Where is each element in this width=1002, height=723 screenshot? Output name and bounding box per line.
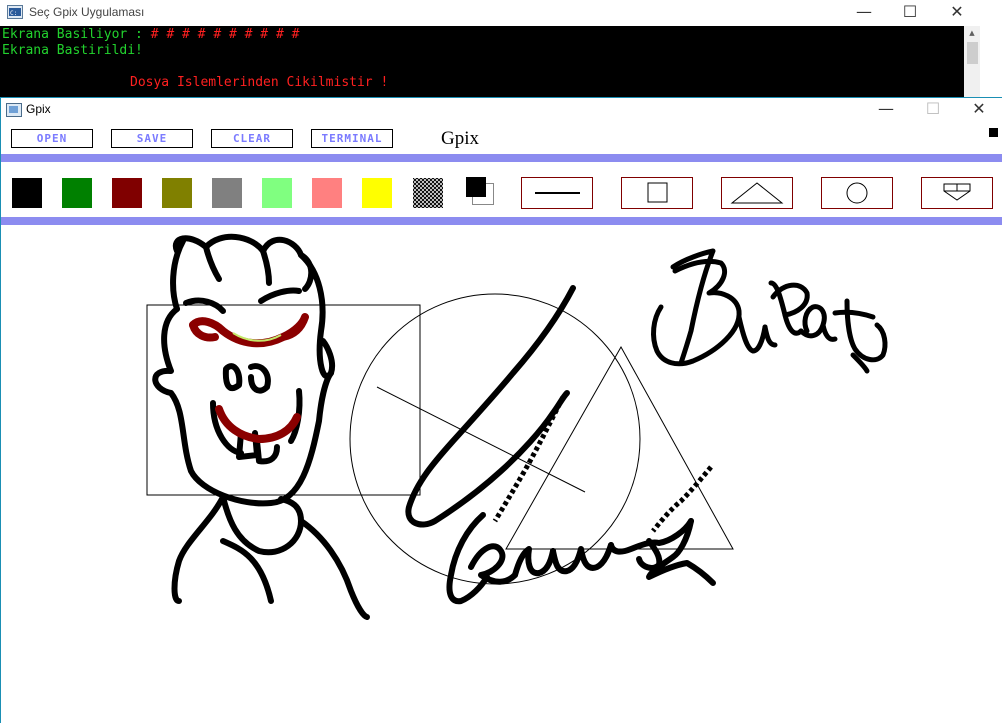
console-line-3: Dosya Islemlerinden Cikilmistir ! xyxy=(130,75,389,90)
toolbar-separator-bottom xyxy=(1,217,1002,225)
color-swatch-maroon[interactable] xyxy=(112,178,142,208)
line-tool-button[interactable] xyxy=(521,177,593,209)
line-tool-icon xyxy=(535,192,580,194)
drawn-triangle xyxy=(505,345,734,550)
color-swatch-gray[interactable] xyxy=(212,178,242,208)
drawing-canvas[interactable] xyxy=(1,226,1002,723)
circle-tool-button[interactable] xyxy=(821,177,893,209)
console-scrollbar[interactable]: ▲ xyxy=(964,26,980,98)
open-button[interactable]: OPEN xyxy=(11,129,93,148)
burak-handwriting xyxy=(651,248,888,374)
rectangle-tool-icon xyxy=(647,182,668,203)
console-line-1: Ekrana Basiliyor : # # # # # # # # # # xyxy=(2,27,299,42)
console-line-1-label: Ekrana Basiliyor : xyxy=(2,27,151,42)
color-swatch-olive[interactable] xyxy=(162,178,192,208)
svg-text:C:: C: xyxy=(10,10,17,17)
fill-bucket-icon xyxy=(943,183,971,201)
console-progress-marks: # # # # # # # # # # xyxy=(150,27,300,42)
color-swatch-black[interactable] xyxy=(12,178,42,208)
brush-stroke xyxy=(405,285,576,528)
clear-button[interactable]: CLEAR xyxy=(211,129,293,148)
console-titlebar: C: Seç Gpix Uygulaması — ☐ ✕ xyxy=(0,0,1002,27)
face-sketch xyxy=(152,233,370,620)
gpix-maximize-button: ☐ xyxy=(925,99,941,118)
console-app-icon: C: xyxy=(7,5,23,19)
foreground-color-box xyxy=(466,177,486,197)
color-swatch-green[interactable] xyxy=(62,178,92,208)
gpix-window-title: Gpix xyxy=(26,102,51,116)
toolbar-separator-top xyxy=(1,154,1002,162)
console-scroll-thumb[interactable] xyxy=(967,42,978,64)
terminal-button[interactable]: TERMINAL xyxy=(311,129,393,148)
corner-marker xyxy=(989,128,998,137)
app-name-label: Gpix xyxy=(441,128,479,149)
console-minimize-button[interactable]: — xyxy=(841,0,887,26)
color-swatch-salmon[interactable] xyxy=(312,178,342,208)
save-button[interactable]: SAVE xyxy=(111,129,193,148)
signature-sketch xyxy=(446,512,716,605)
gpix-titlebar: Gpix — ☐ ✕ xyxy=(1,98,1002,122)
current-color-indicator xyxy=(466,177,494,205)
triangle-tool-icon xyxy=(730,182,784,204)
console-frame-edge xyxy=(980,26,1002,98)
console-close-button[interactable]: ✕ xyxy=(934,0,980,26)
dotted-stroke-1 xyxy=(492,395,566,523)
console-window-title: Seç Gpix Uygulaması xyxy=(29,5,145,19)
gpix-minimize-button[interactable]: — xyxy=(863,97,909,123)
rectangle-tool-button[interactable] xyxy=(621,177,693,209)
fill-tool-button[interactable] xyxy=(921,177,993,209)
console-line-2: Ekrana Bastirildi! xyxy=(2,43,143,58)
circle-tool-icon xyxy=(846,182,868,204)
scroll-up-arrow-icon[interactable]: ▲ xyxy=(964,26,980,40)
color-swatch-light-green[interactable] xyxy=(262,178,292,208)
triangle-tool-button[interactable] xyxy=(721,177,793,209)
drawn-circle xyxy=(349,293,641,585)
console-output: Ekrana Basiliyor : # # # # # # # # # # E… xyxy=(0,26,964,98)
console-maximize-button[interactable]: ☐ xyxy=(887,0,933,26)
gpix-window: Gpix — ☐ ✕ OPEN SAVE CLEAR TERMINAL Gpix xyxy=(0,97,1002,723)
gpix-window-icon xyxy=(6,103,22,117)
pattern-swatch-crosshatch[interactable] xyxy=(413,178,443,208)
gpix-close-button[interactable]: ✕ xyxy=(956,97,1002,123)
dotted-stroke-2 xyxy=(651,465,713,533)
drawn-line xyxy=(376,386,586,493)
color-swatch-yellow[interactable] xyxy=(362,178,392,208)
